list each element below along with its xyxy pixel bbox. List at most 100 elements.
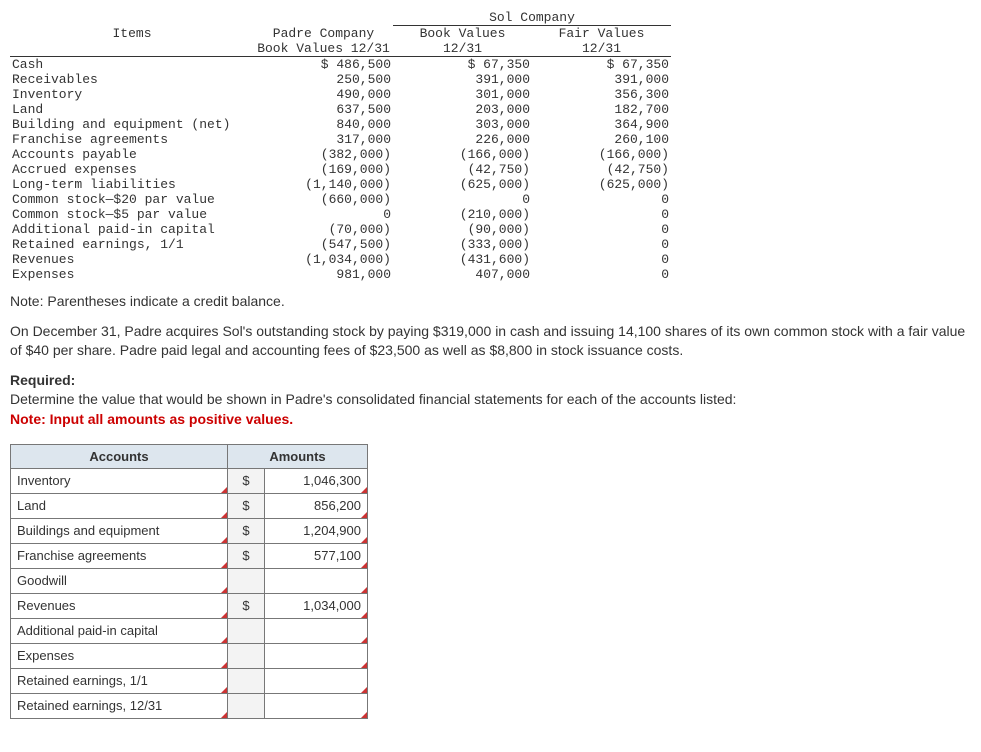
amount-input-cell[interactable] (265, 568, 368, 593)
table-row: Revenues(1,034,000)(431,600)0 (10, 252, 671, 267)
answer-table: Accounts Amounts Inventory$1,046,300Land… (10, 444, 368, 719)
padre-value: (660,000) (254, 192, 393, 207)
table-row: Common stock—$20 par value(660,000)00 (10, 192, 671, 207)
book-value: 303,000 (393, 117, 532, 132)
dollar-sign-cell: $ (228, 468, 265, 493)
col-fair-line2: 12/31 (582, 41, 621, 56)
amount-input-cell[interactable]: 1,204,900 (265, 518, 368, 543)
padre-value: 490,000 (254, 87, 393, 102)
note-parentheses: Note: Parentheses indicate a credit bala… (10, 292, 970, 312)
sol-company-header: Sol Company (393, 10, 671, 26)
amount-input-cell[interactable] (265, 643, 368, 668)
scenario-paragraph: On December 31, Padre acquires Sol's out… (10, 322, 970, 361)
item-label: Revenues (10, 252, 254, 267)
fair-value: $ 67,350 (532, 57, 671, 73)
amount-input-cell[interactable]: 856,200 (265, 493, 368, 518)
book-value: 0 (393, 192, 532, 207)
fair-value: 0 (532, 207, 671, 222)
financial-data-table: Sol Company Items Padre Company Book Val… (10, 10, 671, 282)
account-label-cell[interactable]: Land (11, 493, 228, 518)
account-label-cell[interactable]: Expenses (11, 643, 228, 668)
item-label: Franchise agreements (10, 132, 254, 147)
amount-input-cell[interactable] (265, 693, 368, 718)
amount-input-cell[interactable]: 577,100 (265, 543, 368, 568)
table-row: Long-term liabilities(1,140,000)(625,000… (10, 177, 671, 192)
fair-value: 0 (532, 192, 671, 207)
table-row: Franchise agreements317,000226,000260,10… (10, 132, 671, 147)
answer-header-accounts: Accounts (11, 444, 228, 468)
item-label: Inventory (10, 87, 254, 102)
answer-row: Revenues$1,034,000 (11, 593, 368, 618)
padre-value: 250,500 (254, 72, 393, 87)
dollar-sign-cell: $ (228, 543, 265, 568)
item-label: Long-term liabilities (10, 177, 254, 192)
dollar-sign-cell (228, 643, 265, 668)
table-row: Receivables250,500391,000391,000 (10, 72, 671, 87)
table-row: Accrued expenses(169,000)(42,750)(42,750… (10, 162, 671, 177)
padre-value: (169,000) (254, 162, 393, 177)
amount-input-cell[interactable] (265, 618, 368, 643)
padre-value: 637,500 (254, 102, 393, 117)
book-value: (166,000) (393, 147, 532, 162)
item-label: Expenses (10, 267, 254, 282)
book-value: 226,000 (393, 132, 532, 147)
amount-input-cell[interactable]: 1,034,000 (265, 593, 368, 618)
padre-value: 0 (254, 207, 393, 222)
amount-input-cell[interactable]: 1,046,300 (265, 468, 368, 493)
answer-header-amounts: Amounts (228, 444, 368, 468)
fair-value: 260,100 (532, 132, 671, 147)
col-items: Items (10, 26, 254, 57)
book-value: $ 67,350 (393, 57, 532, 73)
fair-value: (42,750) (532, 162, 671, 177)
dollar-sign-cell (228, 668, 265, 693)
table-row: Additional paid-in capital(70,000)(90,00… (10, 222, 671, 237)
account-label-cell[interactable]: Franchise agreements (11, 543, 228, 568)
account-label-cell[interactable]: Inventory (11, 468, 228, 493)
answer-row: Franchise agreements$577,100 (11, 543, 368, 568)
required-text: Determine the value that would be shown … (10, 391, 736, 407)
col-book-line2: 12/31 (443, 41, 482, 56)
padre-value: (382,000) (254, 147, 393, 162)
dollar-sign-cell (228, 693, 265, 718)
answer-row: Additional paid-in capital (11, 618, 368, 643)
amount-input-cell[interactable] (265, 668, 368, 693)
dollar-sign-cell: $ (228, 593, 265, 618)
padre-value: (547,500) (254, 237, 393, 252)
account-label-cell[interactable]: Retained earnings, 1/1 (11, 668, 228, 693)
fair-value: 182,700 (532, 102, 671, 117)
padre-value: 981,000 (254, 267, 393, 282)
account-label-cell[interactable]: Additional paid-in capital (11, 618, 228, 643)
dollar-sign-cell (228, 568, 265, 593)
col-fair-line1: Fair Values (559, 26, 645, 41)
answer-row: Land$856,200 (11, 493, 368, 518)
item-label: Building and equipment (net) (10, 117, 254, 132)
fair-value: 0 (532, 237, 671, 252)
book-value: 391,000 (393, 72, 532, 87)
padre-value: 317,000 (254, 132, 393, 147)
item-label: Common stock—$5 par value (10, 207, 254, 222)
col-padre-line1: Padre Company (273, 26, 374, 41)
item-label: Accounts payable (10, 147, 254, 162)
padre-value: (70,000) (254, 222, 393, 237)
book-value: 301,000 (393, 87, 532, 102)
table-row: Building and equipment (net)840,000303,0… (10, 117, 671, 132)
table-row: Land637,500203,000182,700 (10, 102, 671, 117)
account-label-cell[interactable]: Buildings and equipment (11, 518, 228, 543)
table-row: Inventory490,000301,000356,300 (10, 87, 671, 102)
answer-row: Retained earnings, 12/31 (11, 693, 368, 718)
fair-value: 356,300 (532, 87, 671, 102)
dollar-sign-cell: $ (228, 493, 265, 518)
dollar-sign-cell (228, 618, 265, 643)
padre-value: (1,140,000) (254, 177, 393, 192)
note-positive: Note: Input all amounts as positive valu… (10, 411, 293, 427)
account-label-cell[interactable]: Goodwill (11, 568, 228, 593)
account-label-cell[interactable]: Revenues (11, 593, 228, 618)
account-label-cell[interactable]: Retained earnings, 12/31 (11, 693, 228, 718)
col-padre-line2: Book Values 12/31 (257, 41, 390, 56)
required-label: Required: (10, 372, 75, 388)
item-label: Receivables (10, 72, 254, 87)
fair-value: 0 (532, 267, 671, 282)
book-value: (333,000) (393, 237, 532, 252)
answer-row: Expenses (11, 643, 368, 668)
fair-value: 364,900 (532, 117, 671, 132)
